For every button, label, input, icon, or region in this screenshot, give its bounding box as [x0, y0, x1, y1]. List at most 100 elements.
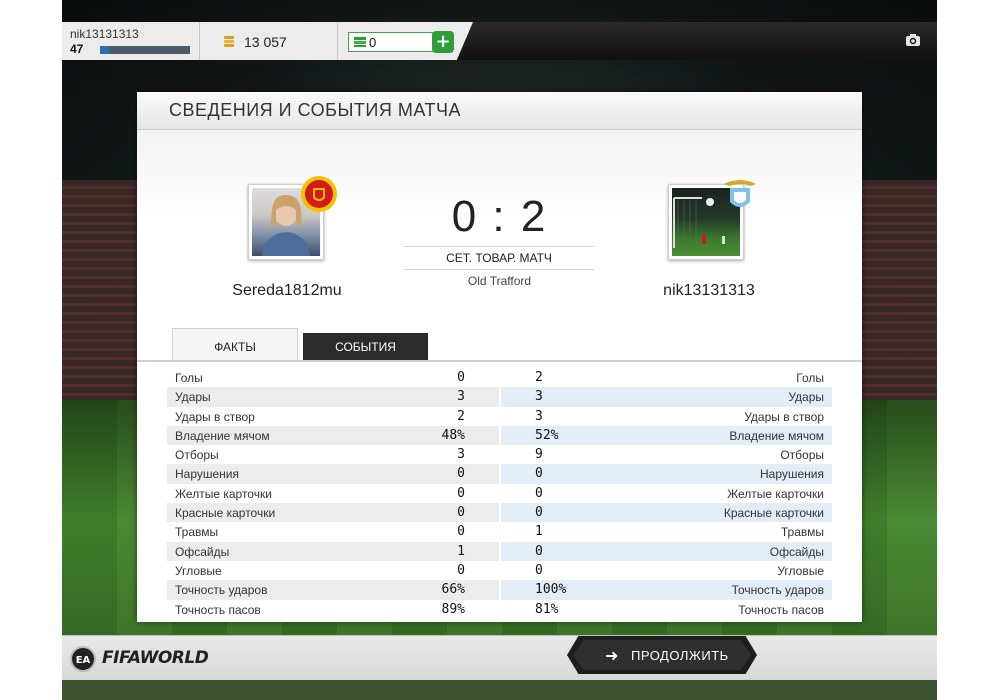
stat-away-cell: 2 Голы	[501, 368, 832, 387]
stat-away-cell: 100% Точность ударов	[501, 580, 832, 600]
stat-row: Угловые 0 0 Угловые	[167, 561, 832, 580]
stat-label-away: Нарушения	[759, 467, 824, 482]
stat-value-home: 0	[457, 370, 465, 385]
stat-row: Удары в створ 2 3 Удары в створ	[167, 407, 832, 426]
match-score: 0 : 2	[451, 192, 548, 241]
stat-label-home: Желтые карточки	[175, 486, 272, 501]
stat-label-home: Удары в створ	[175, 409, 255, 424]
username: nik13131313	[70, 27, 139, 41]
stat-value-home: 0	[457, 505, 465, 521]
stat-home-cell: Офсайды 1	[167, 541, 499, 561]
stat-row: Желтые карточки 0 0 Желтые карточки	[167, 484, 832, 503]
stat-label-home: Удары	[175, 390, 211, 405]
coins-balance[interactable]: 13 057	[200, 22, 338, 60]
points-value: 0	[369, 35, 377, 50]
points-icon	[354, 37, 366, 47]
stat-home-cell: Нарушения 0	[167, 464, 499, 484]
tab-events[interactable]: СОБЫТИЯ	[303, 333, 428, 361]
stats-table: Голы 0 2 Голы Удары 3 3 Удары Удары в створ 2 3 Уда…	[167, 368, 832, 619]
bottom-bar: EA FIFAWORLD	[62, 635, 937, 680]
stat-label-away: Травмы	[780, 525, 824, 540]
stat-value-away: 9	[535, 447, 543, 463]
stat-away-cell: 0 Угловые	[501, 561, 832, 580]
match-venue: Old Trafford	[467, 274, 532, 288]
stat-home-cell: Желтые карточки 0	[167, 484, 499, 503]
stat-label-home: Красные карточки	[175, 506, 276, 521]
stat-row: Отборы 3 9 Отборы	[167, 445, 832, 464]
arrow-right-icon: ➜	[605, 646, 619, 665]
add-points-button[interactable]: +	[432, 31, 454, 53]
stat-label-home: Владение мячом	[175, 428, 270, 443]
stat-row: Точность пасов 89% 81% Точность пасов	[167, 600, 832, 619]
stat-label-away: Точность ударов	[731, 583, 824, 598]
stat-label-home: Угловые	[175, 563, 222, 578]
stat-away-cell: 0 Красные карточки	[501, 503, 832, 523]
stat-label-away: Желтые карточки	[727, 486, 824, 501]
stat-value-away: 0	[535, 543, 543, 559]
stat-label-away: Угловые	[777, 563, 824, 578]
stat-home-cell: Удары в створ 2	[167, 407, 499, 426]
stat-away-cell: 52% Владение мячом	[501, 425, 832, 446]
stat-away-cell: 81% Точность пасов	[501, 600, 832, 619]
stat-value-home: 3	[457, 389, 465, 405]
stat-away-cell: 9 Отборы	[501, 445, 832, 464]
stat-value-away: 0	[535, 485, 543, 501]
stat-value-home: 2	[457, 408, 465, 424]
stat-home-cell: Угловые 0	[167, 561, 499, 580]
stat-value-away: 0	[535, 505, 543, 521]
stat-label-away: Владение мячом	[729, 428, 824, 443]
points-field[interactable]: 0	[348, 32, 434, 52]
stat-home-cell: Точность ударов 66%	[167, 580, 499, 600]
xp-progress-fill	[100, 46, 109, 54]
stat-value-away: 1	[535, 524, 543, 540]
stat-value-home: 0	[457, 562, 465, 578]
stat-away-cell: 3 Удары в створ	[501, 407, 832, 426]
page-title: СВЕДЕНИЯ И СОБЫТИЯ МАТЧА	[169, 100, 461, 120]
stat-row: Владение мячом 48% 52% Владение мячом	[167, 425, 832, 446]
stat-home-cell: Точность пасов 89%	[167, 600, 499, 619]
continue-button[interactable]: ➜ ПРОДОЛЖИТЬ	[567, 636, 757, 674]
stat-label-home: Точность ударов	[175, 583, 268, 598]
stat-label-away: Красные карточки	[723, 506, 824, 521]
stat-value-away: 3	[535, 408, 543, 424]
stat-label-home: Офсайды	[175, 544, 230, 559]
stadium-stand-left	[62, 180, 142, 420]
panel-header: СВЕДЕНИЯ И СОБЫТИЯ МАТЧА	[137, 92, 862, 130]
tab-facts[interactable]: ФАКТЫ	[172, 328, 298, 361]
points-balance: 0 +	[338, 22, 473, 60]
stat-value-home: 0	[457, 524, 465, 540]
stat-value-away: 52%	[535, 427, 559, 443]
stat-label-away: Удары	[788, 390, 824, 405]
match-type-bar: СЕТ. ТОВАР. МАТЧ	[404, 246, 594, 270]
stat-label-home: Отборы	[175, 448, 219, 463]
stadium-stand-right	[857, 180, 937, 420]
tabs-divider	[137, 360, 862, 362]
stat-row: Голы 0 2 Голы	[167, 368, 832, 387]
stat-value-home: 48%	[441, 427, 465, 443]
stat-away-cell: 1 Травмы	[501, 522, 832, 541]
stat-value-home: 0	[457, 466, 465, 482]
stat-value-home: 0	[457, 485, 465, 501]
stat-label-home: Нарушения	[175, 467, 240, 482]
stat-away-cell: 0 Желтые карточки	[501, 484, 832, 503]
stat-home-cell: Отборы 3	[167, 445, 499, 464]
stat-label-home: Голы	[175, 371, 203, 385]
user-info[interactable]: nik13131313 47	[62, 22, 200, 60]
stat-away-cell: 0 Нарушения	[501, 464, 832, 484]
stat-value-away: 100%	[535, 582, 567, 598]
stat-value-away: 0	[535, 466, 543, 482]
stat-value-away: 2	[535, 370, 543, 385]
match-report-panel: СВЕДЕНИЯ И СОБЫТИЯ МАТЧА Sereda1812mu ni…	[137, 92, 862, 622]
stat-value-home: 3	[457, 447, 465, 463]
stat-away-cell: 0 Офсайды	[501, 541, 832, 561]
stat-row: Удары 3 3 Удары	[167, 387, 832, 407]
coins-value: 13 057	[244, 34, 287, 50]
stat-value-home: 66%	[441, 582, 465, 598]
stat-row: Красные карточки 0 0 Красные карточки	[167, 503, 832, 523]
stat-row: Травмы 0 1 Травмы	[167, 522, 832, 541]
logo-text: FIFAWORLD	[102, 648, 209, 668]
fifa-world-logo: EA FIFAWORLD	[66, 646, 209, 672]
stat-value-away: 0	[535, 562, 543, 578]
match-summary	[137, 130, 862, 355]
camera-icon[interactable]	[905, 33, 921, 47]
